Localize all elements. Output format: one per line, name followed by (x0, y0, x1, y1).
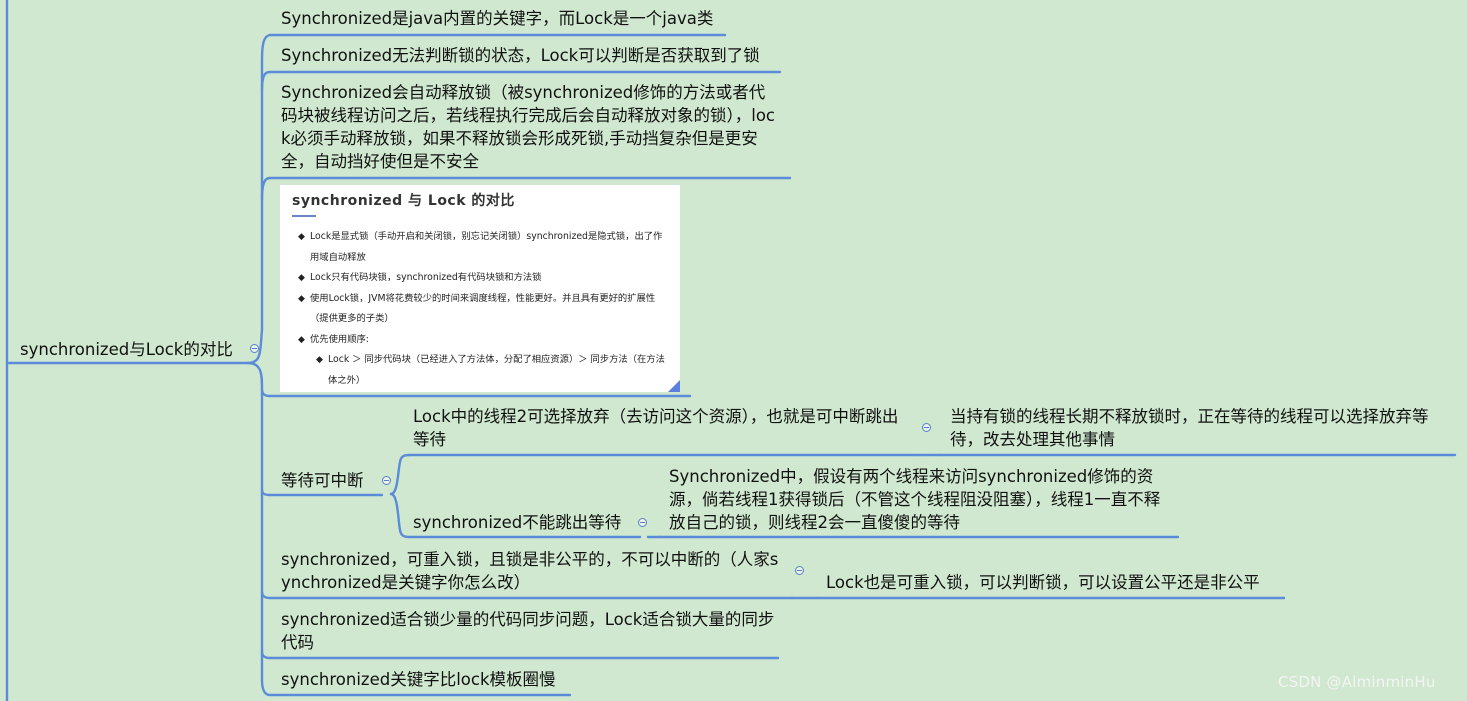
branch-lock-state-label: Synchronized无法判断锁的状态，Lock可以判断是否获取到了锁 (281, 46, 760, 65)
card-item: ◆ Lock只有代码块锁，synchronized有代码块锁和方法锁 (292, 268, 670, 289)
branch-lock-state[interactable]: Synchronized无法判断锁的状态，Lock可以判断是否获取到了锁 (281, 44, 781, 67)
card-title-underline (292, 215, 316, 217)
diamond-bullet-icon: ◆ (298, 273, 305, 283)
branch-interruptible-wait[interactable]: 等待可中断 (281, 469, 364, 492)
root-label: synchronized与Lock的对比 (20, 340, 233, 359)
csdn-watermark: CSDN @AlminminHu (1278, 673, 1436, 691)
card-subitem-text: Lock ＞ 同步代码块（已经进入了方法体，分配了相应资源）＞ 同步方法（在方法… (328, 354, 665, 386)
card-corner-triangle-icon (668, 380, 680, 392)
wait-lock-detail-label: 当持有锁的线程长期不释放锁时，正在等待的线程可以选择放弃等待，改去处理其他事情 (950, 407, 1429, 449)
card-item-text: Lock是显式锁（手动开启和关闭锁，别忘记关闭锁）synchronized是隐式… (310, 231, 663, 263)
diamond-bullet-icon: ◆ (298, 334, 305, 345)
root-collapse-icon[interactable] (250, 344, 259, 353)
card-item: ◆ Lock是显式锁（手动开启和关闭锁，别忘记关闭锁）synchronized是… (292, 227, 670, 268)
card-item-text: Lock只有代码块锁，synchronized有代码块锁和方法锁 (310, 272, 542, 283)
branch-auto-release-label: Synchronized会自动释放锁（被synchronized修饰的方法或者代… (281, 83, 776, 171)
wait-lock-collapse-icon[interactable] (922, 423, 931, 432)
card-item-text: 优先使用顺序: (310, 333, 369, 345)
comparison-image-card[interactable]: synchronized 与 Lock 的对比 ◆ Lock是显式锁（手动开启和… (280, 185, 680, 392)
branch-lock-size[interactable]: synchronized适合锁少量的代码同步问题，Lock适合锁大量的同步代码 (281, 608, 776, 654)
root-node[interactable]: synchronized与Lock的对比 (20, 338, 233, 361)
interruptible-wait-collapse-icon[interactable] (382, 476, 391, 485)
branch-auto-release[interactable]: Synchronized会自动释放锁（被synchronized修饰的方法或者代… (281, 81, 781, 173)
diamond-bullet-icon: ◆ (298, 232, 305, 242)
branch-lock-size-label: synchronized适合锁少量的代码同步问题，Lock适合锁大量的同步代码 (281, 610, 775, 652)
branch-reentrant[interactable]: synchronized，可重入锁，且锁是非公平的，不可以中断的（人家synch… (281, 548, 786, 594)
branch-reentrant-label: synchronized，可重入锁，且锁是非公平的，不可以中断的（人家synch… (281, 550, 779, 592)
reentrant-lock-detail[interactable]: Lock也是可重入锁，可以判断锁，可以设置公平还是非公平 (826, 571, 1286, 594)
branch-speed-label: synchronized关键字比lock模板圈慢 (281, 670, 556, 689)
wait-lock-detail[interactable]: 当持有锁的线程长期不释放锁时，正在等待的线程可以选择放弃等待，改去处理其他事情 (950, 405, 1455, 451)
card-item: ◆ 优先使用顺序: (292, 330, 670, 351)
card-item-text: 使用Lock锁，JVM将花费较少的时间来调度线程，性能更好。并且具有更好的扩展性… (310, 292, 656, 325)
wait-lock-can-abandon-label: Lock中的线程2可选择放弃（去访问这个资源），也就是可中断跳出等待 (413, 407, 899, 449)
branch-builtin-keyword[interactable]: Synchronized是java内置的关键字，而Lock是一个java类 (281, 7, 741, 30)
reentrant-collapse-icon[interactable] (795, 566, 804, 575)
card-subitem: ◆ Lock ＞ 同步代码块（已经进入了方法体，分配了相应资源）＞ 同步方法（在… (292, 350, 670, 391)
reentrant-lock-detail-label: Lock也是可重入锁，可以判断锁，可以设置公平还是非公平 (826, 573, 1260, 592)
branch-interruptible-wait-label: 等待可中断 (281, 471, 364, 490)
card-title: synchronized 与 Lock 的对比 (292, 193, 515, 209)
diamond-bullet-icon: ◆ (316, 355, 323, 365)
wait-synchronized-detail-label: Synchronized中，假设有两个线程来访问synchronized修饰的资… (669, 467, 1161, 532)
branch-builtin-keyword-label: Synchronized是java内置的关键字，而Lock是一个java类 (281, 9, 714, 28)
card-item: ◆ 使用Lock锁，JVM将花费较少的时间来调度线程，性能更好。并且具有更好的扩… (292, 289, 670, 330)
wait-synchronized-detail[interactable]: Synchronized中，假设有两个线程来访问synchronized修饰的资… (669, 465, 1174, 534)
wait-synchronized-collapse-icon[interactable] (638, 518, 647, 527)
wait-synchronized-cannot-abandon[interactable]: synchronized不能跳出等待 (413, 511, 621, 534)
diamond-bullet-icon: ◆ (298, 293, 305, 304)
wait-synchronized-label: synchronized不能跳出等待 (413, 513, 622, 532)
wait-lock-can-abandon[interactable]: Lock中的线程2可选择放弃（去访问这个资源），也就是可中断跳出等待 (413, 405, 913, 451)
branch-speed[interactable]: synchronized关键字比lock模板圈慢 (281, 668, 581, 691)
